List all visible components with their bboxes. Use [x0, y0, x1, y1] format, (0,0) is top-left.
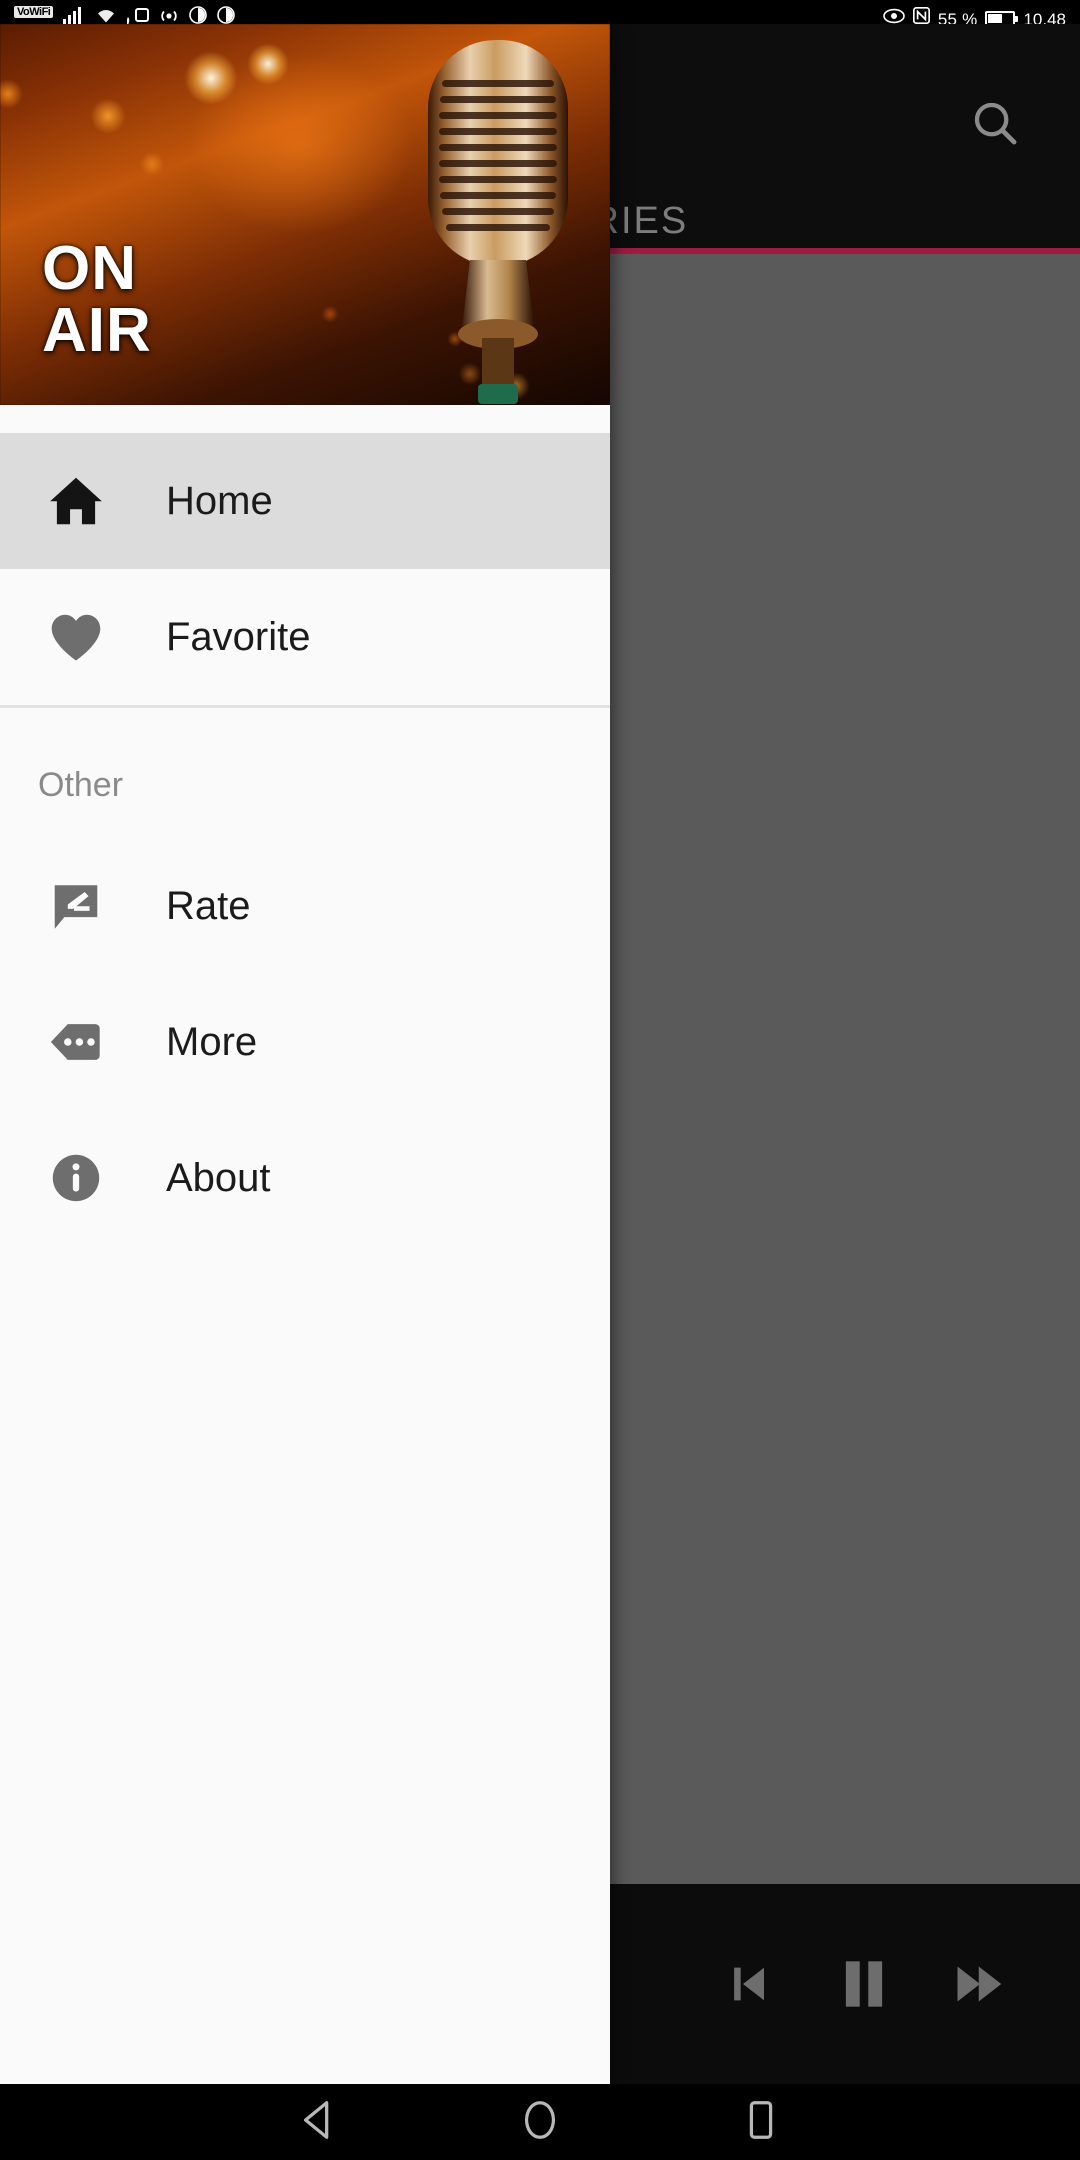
- system-navigation-bar: [0, 2084, 1080, 2160]
- signal-bars-icon: [63, 7, 82, 24]
- drawer-primary-menu: Home Favorite: [0, 433, 610, 705]
- location-icon: [189, 6, 208, 24]
- search-icon[interactable]: [968, 96, 1022, 150]
- more-tag-dots-icon: [32, 1013, 120, 1071]
- sidebar-item-label: Rate: [166, 883, 251, 928]
- cast-icon: [127, 8, 150, 24]
- microphone-illustration: [428, 40, 568, 404]
- battery-percent-label: 55 %: [937, 10, 978, 24]
- sidebar-item-label: About: [166, 1155, 271, 1200]
- previous-icon[interactable]: [722, 1956, 778, 2012]
- status-bar-right-icons: 55 % 10.48: [883, 0, 1066, 24]
- fast-forward-icon[interactable]: [950, 1954, 1010, 2014]
- battery-icon: [985, 11, 1019, 24]
- status-bar-left-icons: VoWiFi: [14, 0, 236, 24]
- info-circle-icon: [32, 1149, 120, 1207]
- hotspot-icon: [161, 10, 177, 22]
- nfc-icon: [912, 7, 930, 24]
- eye-icon: [883, 8, 905, 24]
- section-title-other: Other: [38, 766, 124, 804]
- recents-square-icon[interactable]: [738, 2097, 784, 2148]
- vowifi-badge: VoWiFi: [14, 6, 54, 18]
- sidebar-item-label: Home: [166, 478, 273, 523]
- drawer-header-spacer: [0, 405, 610, 433]
- home-icon: [32, 470, 120, 532]
- phone-screen: ORIES ON AIR Home Favorite Other Rate Mo…: [0, 0, 1080, 2160]
- sidebar-item-more[interactable]: More: [0, 974, 610, 1110]
- sidebar-item-label: Favorite: [166, 614, 311, 659]
- on-air-line1: ON: [42, 234, 137, 303]
- drawer-header: ON AIR: [0, 24, 610, 405]
- sidebar-item-favorite[interactable]: Favorite: [0, 569, 610, 705]
- sidebar-item-about[interactable]: About: [0, 1110, 610, 1246]
- on-air-line2: AIR: [42, 296, 152, 365]
- sidebar-item-rate[interactable]: Rate: [0, 838, 610, 974]
- sidebar-item-label: More: [166, 1019, 258, 1064]
- pause-icon[interactable]: [830, 1950, 898, 2018]
- location-secondary-icon: [217, 6, 236, 24]
- sidebar-item-home[interactable]: Home: [0, 433, 610, 569]
- home-circle-icon[interactable]: [517, 2097, 563, 2148]
- rate-comment-edit-icon: [32, 877, 120, 935]
- on-air-text: ON AIR: [42, 238, 152, 362]
- drawer-other-menu: Rate More About: [0, 838, 610, 1246]
- wifi-icon: [98, 10, 115, 23]
- clock-label: 10.48: [1023, 10, 1066, 24]
- navigation-drawer: ON AIR Home Favorite Other Rate More Abo…: [0, 24, 610, 2084]
- back-triangle-icon[interactable]: [296, 2097, 342, 2148]
- heart-icon: [32, 606, 120, 668]
- status-bar: VoWiFi 55 % 10.48: [0, 0, 1080, 24]
